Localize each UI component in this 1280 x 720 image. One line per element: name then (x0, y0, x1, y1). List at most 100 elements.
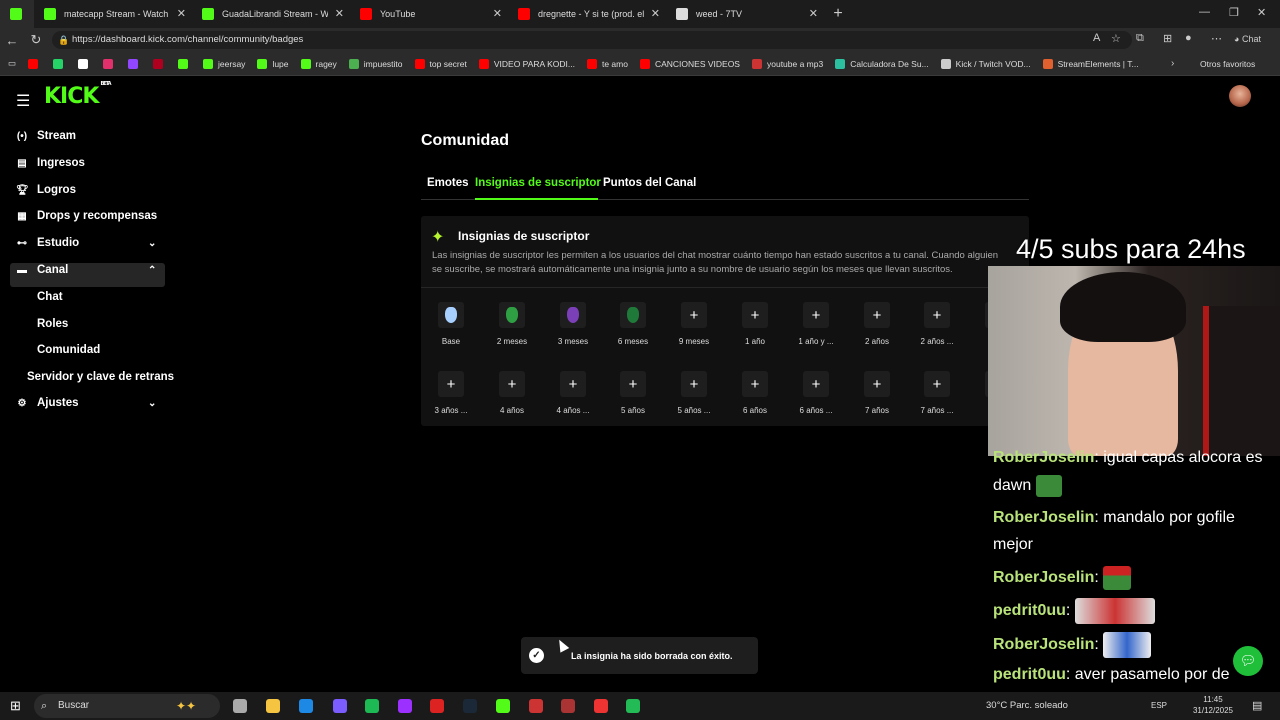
add-badge-button[interactable]: + (803, 371, 829, 397)
badge-image[interactable] (438, 302, 464, 328)
bookmark-item[interactable] (28, 58, 43, 69)
task-view-icon[interactable] (233, 699, 247, 713)
collections-icon[interactable]: ⊞ (1163, 32, 1172, 45)
kick-logo[interactable]: KICKBETA (44, 81, 112, 109)
add-badge-button[interactable]: + (742, 371, 768, 397)
bookmark-item[interactable]: impuestito (348, 58, 403, 69)
bookmark-item[interactable]: StreamElements | T... (1042, 58, 1139, 69)
sidebar-item-estudio[interactable]: ⊷ Estudio ⌄ (16, 237, 166, 249)
more-menu-icon[interactable]: ⋯ (1211, 32, 1222, 45)
avatar[interactable] (1229, 85, 1251, 107)
kick-icon[interactable] (496, 699, 510, 713)
reload-icon[interactable]: ↻ (24, 32, 48, 48)
add-badge-button[interactable]: + (438, 371, 464, 397)
copilot-chat-button[interactable]: ◕ Chat (1234, 34, 1261, 44)
add-badge-button[interactable]: + (864, 371, 890, 397)
sidebar-item-ajustes[interactable]: ⚙ Ajustes ⌄ (16, 397, 166, 409)
chat-bubble-button[interactable]: 💬︎ (1233, 646, 1263, 676)
add-badge-button[interactable]: + (924, 371, 950, 397)
add-badge-button[interactable]: + (924, 302, 950, 328)
bookmark-item[interactable]: VIDEO PARA KODI... (478, 58, 575, 69)
bookmark-item[interactable]: top secret (414, 58, 467, 69)
bookmark-item[interactable]: te amo (586, 58, 628, 69)
taskbar-search[interactable]: ⌕ Buscar ✦✦ (34, 694, 220, 718)
chevron-right-icon[interactable]: › (1171, 58, 1174, 69)
canva-icon[interactable] (398, 699, 412, 713)
badge-image[interactable] (499, 302, 525, 328)
windows-start-icon[interactable]: ⊞ (10, 698, 21, 714)
app-icon[interactable] (561, 699, 575, 713)
bookmark-item[interactable] (153, 58, 168, 69)
badge-image[interactable] (620, 302, 646, 328)
language-indicator[interactable]: ESP (1151, 701, 1167, 710)
sidebar-item-roles[interactable]: Roles (37, 318, 68, 330)
sidebar-item-drops[interactable]: ▦ Drops y recompensas (16, 210, 157, 222)
extensions-icon[interactable]: ⧉ (1136, 32, 1144, 45)
restore-icon[interactable]: ❐ (1229, 6, 1239, 19)
new-tab-button[interactable]: + (824, 5, 852, 23)
steam-icon[interactable] (463, 699, 477, 713)
reading-list-icon[interactable]: ▭ (8, 58, 16, 69)
bookmark-item[interactable]: lupe (257, 58, 289, 69)
bookmark-item[interactable] (178, 58, 193, 69)
notification-icon[interactable]: ▤ (1252, 699, 1262, 712)
url-field[interactable]: 🔒 https://dashboard.kick.com/channel/comm… (52, 31, 1132, 49)
profile-icon[interactable]: ● (1185, 32, 1192, 44)
sidebar-item-logros[interactable]: 🏆︎ Logros (16, 184, 76, 196)
tab-insignias[interactable]: Insignias de suscriptor (475, 177, 601, 189)
add-badge-button[interactable]: + (620, 371, 646, 397)
add-badge-button[interactable]: + (681, 371, 707, 397)
add-badge-button[interactable]: + (560, 371, 586, 397)
browser-tab[interactable]: GuadaLibrandi Stream - Watch ✕ (192, 0, 350, 28)
sidebar-item-canal[interactable]: ▬ Canal ⌃ (16, 264, 166, 276)
browser-tab[interactable]: weed - 7TV ✕ (666, 0, 824, 28)
close-tab-icon[interactable]: ✕ (809, 7, 818, 20)
add-badge-button[interactable]: + (803, 302, 829, 328)
weather-widget[interactable]: 30°C Parc. soleado (986, 700, 1068, 711)
other-favorites[interactable]: Otros favoritos (1200, 59, 1255, 69)
terminal-icon[interactable] (626, 699, 640, 713)
add-badge-button[interactable]: + (864, 302, 890, 328)
discord-icon[interactable] (333, 699, 347, 713)
obs-icon[interactable] (529, 699, 543, 713)
favorite-star-icon[interactable]: ☆ (1111, 32, 1121, 45)
badge-image[interactable] (560, 302, 586, 328)
bookmark-item[interactable]: CANCIONES VIDEOS (639, 58, 740, 69)
sidebar-item-comunidad[interactable]: Comunidad (37, 344, 100, 356)
minimize-icon[interactable]: — (1199, 6, 1210, 18)
sidebar-item-chat[interactable]: Chat (37, 291, 63, 303)
browser-tab[interactable]: YouTube ✕ (350, 0, 508, 28)
browser-tab[interactable]: dregnette - Y si te (prod. elaiyah, e ✕ (508, 0, 666, 28)
file-explorer-icon[interactable] (266, 699, 280, 713)
read-aloud-icon[interactable]: A (1093, 32, 1100, 44)
sidebar-item-stream[interactable]: (•) Stream (16, 130, 76, 142)
tab-puntos[interactable]: Puntos del Canal (603, 177, 696, 189)
app-icon[interactable] (594, 699, 608, 713)
close-window-icon[interactable]: ✕ (1257, 6, 1266, 19)
add-badge-button[interactable]: + (499, 371, 525, 397)
bookmark-item[interactable] (78, 58, 93, 69)
close-tab-icon[interactable]: ✕ (177, 7, 186, 20)
bookmark-item[interactable] (103, 58, 118, 69)
hamburger-menu-icon[interactable]: ☰ (16, 91, 30, 111)
app-icon[interactable] (430, 699, 444, 713)
close-tab-icon[interactable]: ✕ (493, 7, 502, 20)
bookmark-item[interactable]: ragey (300, 58, 337, 69)
bookmark-item[interactable] (53, 58, 68, 69)
add-badge-button[interactable]: + (742, 302, 768, 328)
bookmark-item[interactable] (128, 58, 143, 69)
close-tab-icon[interactable]: ✕ (335, 7, 344, 20)
bookmark-item[interactable]: Kick / Twitch VOD... (940, 58, 1031, 69)
browser-tab[interactable] (0, 0, 34, 28)
sidebar-item-ingresos[interactable]: ▤ Ingresos (16, 157, 85, 169)
spotify-icon[interactable] (365, 699, 379, 713)
clock[interactable]: 11:45 31/12/2025 (1183, 694, 1243, 716)
close-tab-icon[interactable]: ✕ (651, 7, 660, 20)
edge-icon[interactable] (299, 699, 313, 713)
back-icon[interactable]: ← (0, 33, 24, 48)
bookmark-item[interactable]: youtube a mp3 (751, 58, 823, 69)
bookmark-item[interactable]: jeersay (203, 58, 245, 69)
browser-tab[interactable]: matecapp Stream - Watch Liv ✕ (34, 0, 192, 28)
sidebar-item-servidor[interactable]: Servidor y clave de retrans (27, 371, 174, 383)
bookmark-item[interactable]: Calculadora De Su... (835, 58, 929, 69)
